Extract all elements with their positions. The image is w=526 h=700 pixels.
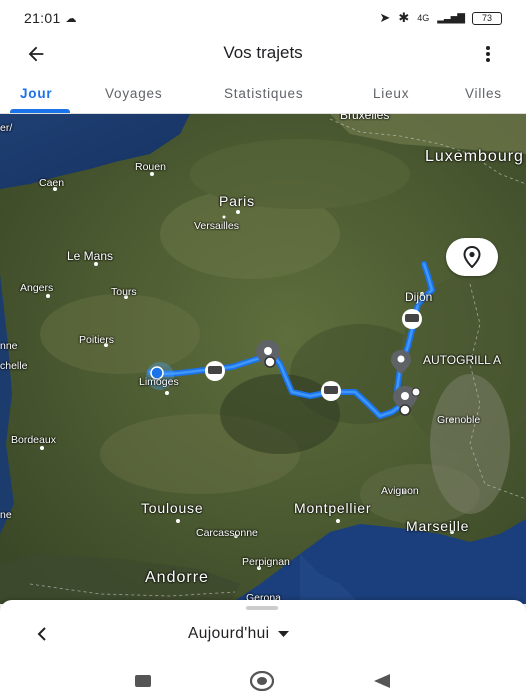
recents-button[interactable] bbox=[131, 670, 155, 692]
map-label-bruxelles: Bruxelles bbox=[340, 114, 390, 122]
screen: 21:01 ☁ ➤ ✱ 4G ▂▃▅▇ 73 Vos trajets Jour … bbox=[0, 0, 526, 700]
battery-icon: 73 bbox=[472, 11, 502, 25]
map-label-avignon: Avignon bbox=[381, 485, 419, 497]
sheet-handle[interactable] bbox=[246, 606, 278, 610]
tab-jour[interactable]: Jour bbox=[20, 86, 52, 101]
page-title: Vos trajets bbox=[223, 43, 303, 62]
date-selector[interactable]: Aujourd'hui bbox=[188, 625, 290, 643]
map-label-marseille: Marseille bbox=[406, 518, 470, 534]
map-label-angers: Angers bbox=[20, 282, 54, 294]
bottom-sheet: Aujourd'hui bbox=[0, 600, 526, 660]
status-bar: 21:01 ☁ ➤ ✱ 4G ▂▃▅▇ 73 bbox=[0, 0, 526, 36]
bluetooth-icon: ✱ bbox=[398, 10, 410, 25]
app-bar: Vos trajets bbox=[0, 36, 526, 70]
map-label-la-rochelle-partial: chelle bbox=[0, 360, 28, 372]
car-icon bbox=[321, 381, 341, 401]
arrow-back-icon bbox=[28, 46, 44, 62]
map-label-andorre: Andorre bbox=[145, 569, 209, 586]
map-label-left-edge: ne bbox=[0, 509, 12, 521]
map-label-paris: Paris bbox=[219, 193, 255, 209]
map-label-le-mans: Le Mans bbox=[67, 249, 114, 263]
map-label-bordeaux: Bordeaux bbox=[11, 434, 56, 446]
tab-lieux[interactable]: Lieux bbox=[373, 86, 409, 101]
map-label-perpignan: Perpignan bbox=[242, 556, 290, 568]
status-time: 21:01 bbox=[24, 10, 61, 26]
map-label-top-left: er/ bbox=[0, 122, 13, 134]
chevron-left-icon bbox=[37, 627, 46, 641]
dropdown-arrow-icon bbox=[278, 631, 290, 637]
map-label-caen: Caen bbox=[39, 177, 65, 189]
back-button[interactable] bbox=[22, 40, 50, 68]
more-vert-icon bbox=[486, 46, 490, 62]
map-label-luxembourg: Luxembourg bbox=[425, 148, 524, 165]
location-button[interactable] bbox=[446, 238, 498, 276]
navigation-icon: ➤ bbox=[379, 10, 391, 25]
map-label-nantes-partial: nne bbox=[0, 340, 18, 352]
map-label-rouen: Rouen bbox=[135, 161, 166, 173]
more-options-button[interactable] bbox=[478, 42, 498, 66]
map-pin-icon bbox=[463, 246, 481, 268]
home-button[interactable] bbox=[250, 670, 274, 692]
previous-day-button[interactable] bbox=[32, 624, 52, 644]
system-back-button[interactable] bbox=[370, 670, 394, 692]
map-label-autogrill: AUTOGRILL A bbox=[423, 353, 502, 367]
map-view[interactable]: er/ Bruxelles Luxembourg Rouen Caen Pari… bbox=[0, 114, 526, 604]
map-label-tours: Tours bbox=[111, 286, 137, 298]
map-label-dijon: Dijon bbox=[405, 290, 433, 304]
date-label: Aujourd'hui bbox=[188, 625, 270, 642]
map-label-grenoble: Grenoble bbox=[437, 414, 481, 426]
battery-level: 73 bbox=[481, 12, 492, 23]
cloud-icon: ☁ bbox=[65, 12, 77, 25]
map-label-montpellier: Montpellier bbox=[294, 500, 372, 516]
map-label-limoges: Limoges bbox=[139, 376, 179, 388]
tab-villes[interactable]: Villes bbox=[465, 86, 502, 101]
circle-icon bbox=[250, 671, 274, 691]
car-icon bbox=[402, 309, 422, 329]
map-label-versailles: Versailles bbox=[194, 220, 239, 232]
square-icon bbox=[135, 675, 151, 687]
map-label-toulouse: Toulouse bbox=[141, 500, 204, 516]
status-icons: ➤ ✱ 4G ▂▃▅▇ 73 bbox=[379, 10, 502, 26]
map-label-poitiers: Poitiers bbox=[79, 334, 115, 346]
car-icon bbox=[205, 361, 225, 381]
active-tab-indicator bbox=[10, 109, 70, 113]
signal-text: 4G bbox=[417, 13, 430, 23]
system-nav-bar bbox=[0, 660, 526, 700]
tab-statistiques[interactable]: Statistiques bbox=[224, 86, 303, 101]
tab-bar: Jour Voyages Statistiques Lieux Villes bbox=[0, 78, 526, 114]
triangle-back-icon bbox=[374, 674, 390, 688]
map-label-carcassonne: Carcassonne bbox=[196, 527, 258, 539]
tab-voyages[interactable]: Voyages bbox=[105, 86, 162, 101]
signal-icon: ▂▃▅▇ bbox=[437, 12, 465, 24]
